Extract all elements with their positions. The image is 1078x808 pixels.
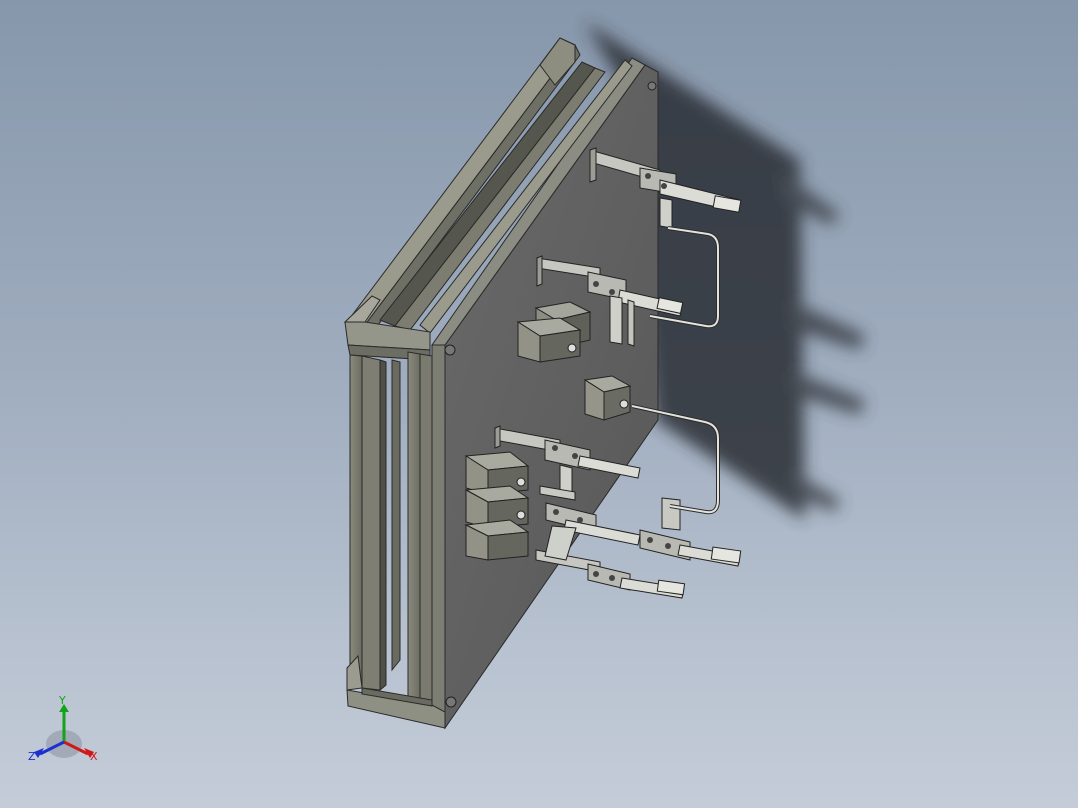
frame-front-posts[interactable]: [343, 295, 446, 729]
z-axis-label: Z: [28, 750, 36, 763]
mount-hole-icon: [444, 344, 456, 356]
locator-block[interactable]: [464, 519, 530, 561]
x-axis-label: X: [90, 750, 98, 763]
locator-block[interactable]: [583, 375, 632, 421]
locator-block[interactable]: [516, 317, 582, 363]
view-orientation-triad[interactable]: Y X Z: [28, 694, 104, 770]
toggle-clamp[interactable]: [587, 563, 686, 599]
mount-hole-icon: [445, 696, 457, 708]
mount-hole-icon: [647, 81, 657, 91]
cad-3d-viewport[interactable]: Y X Z: [0, 0, 1078, 808]
assembly-model[interactable]: [0, 0, 1078, 808]
y-axis-label: Y: [59, 694, 66, 707]
